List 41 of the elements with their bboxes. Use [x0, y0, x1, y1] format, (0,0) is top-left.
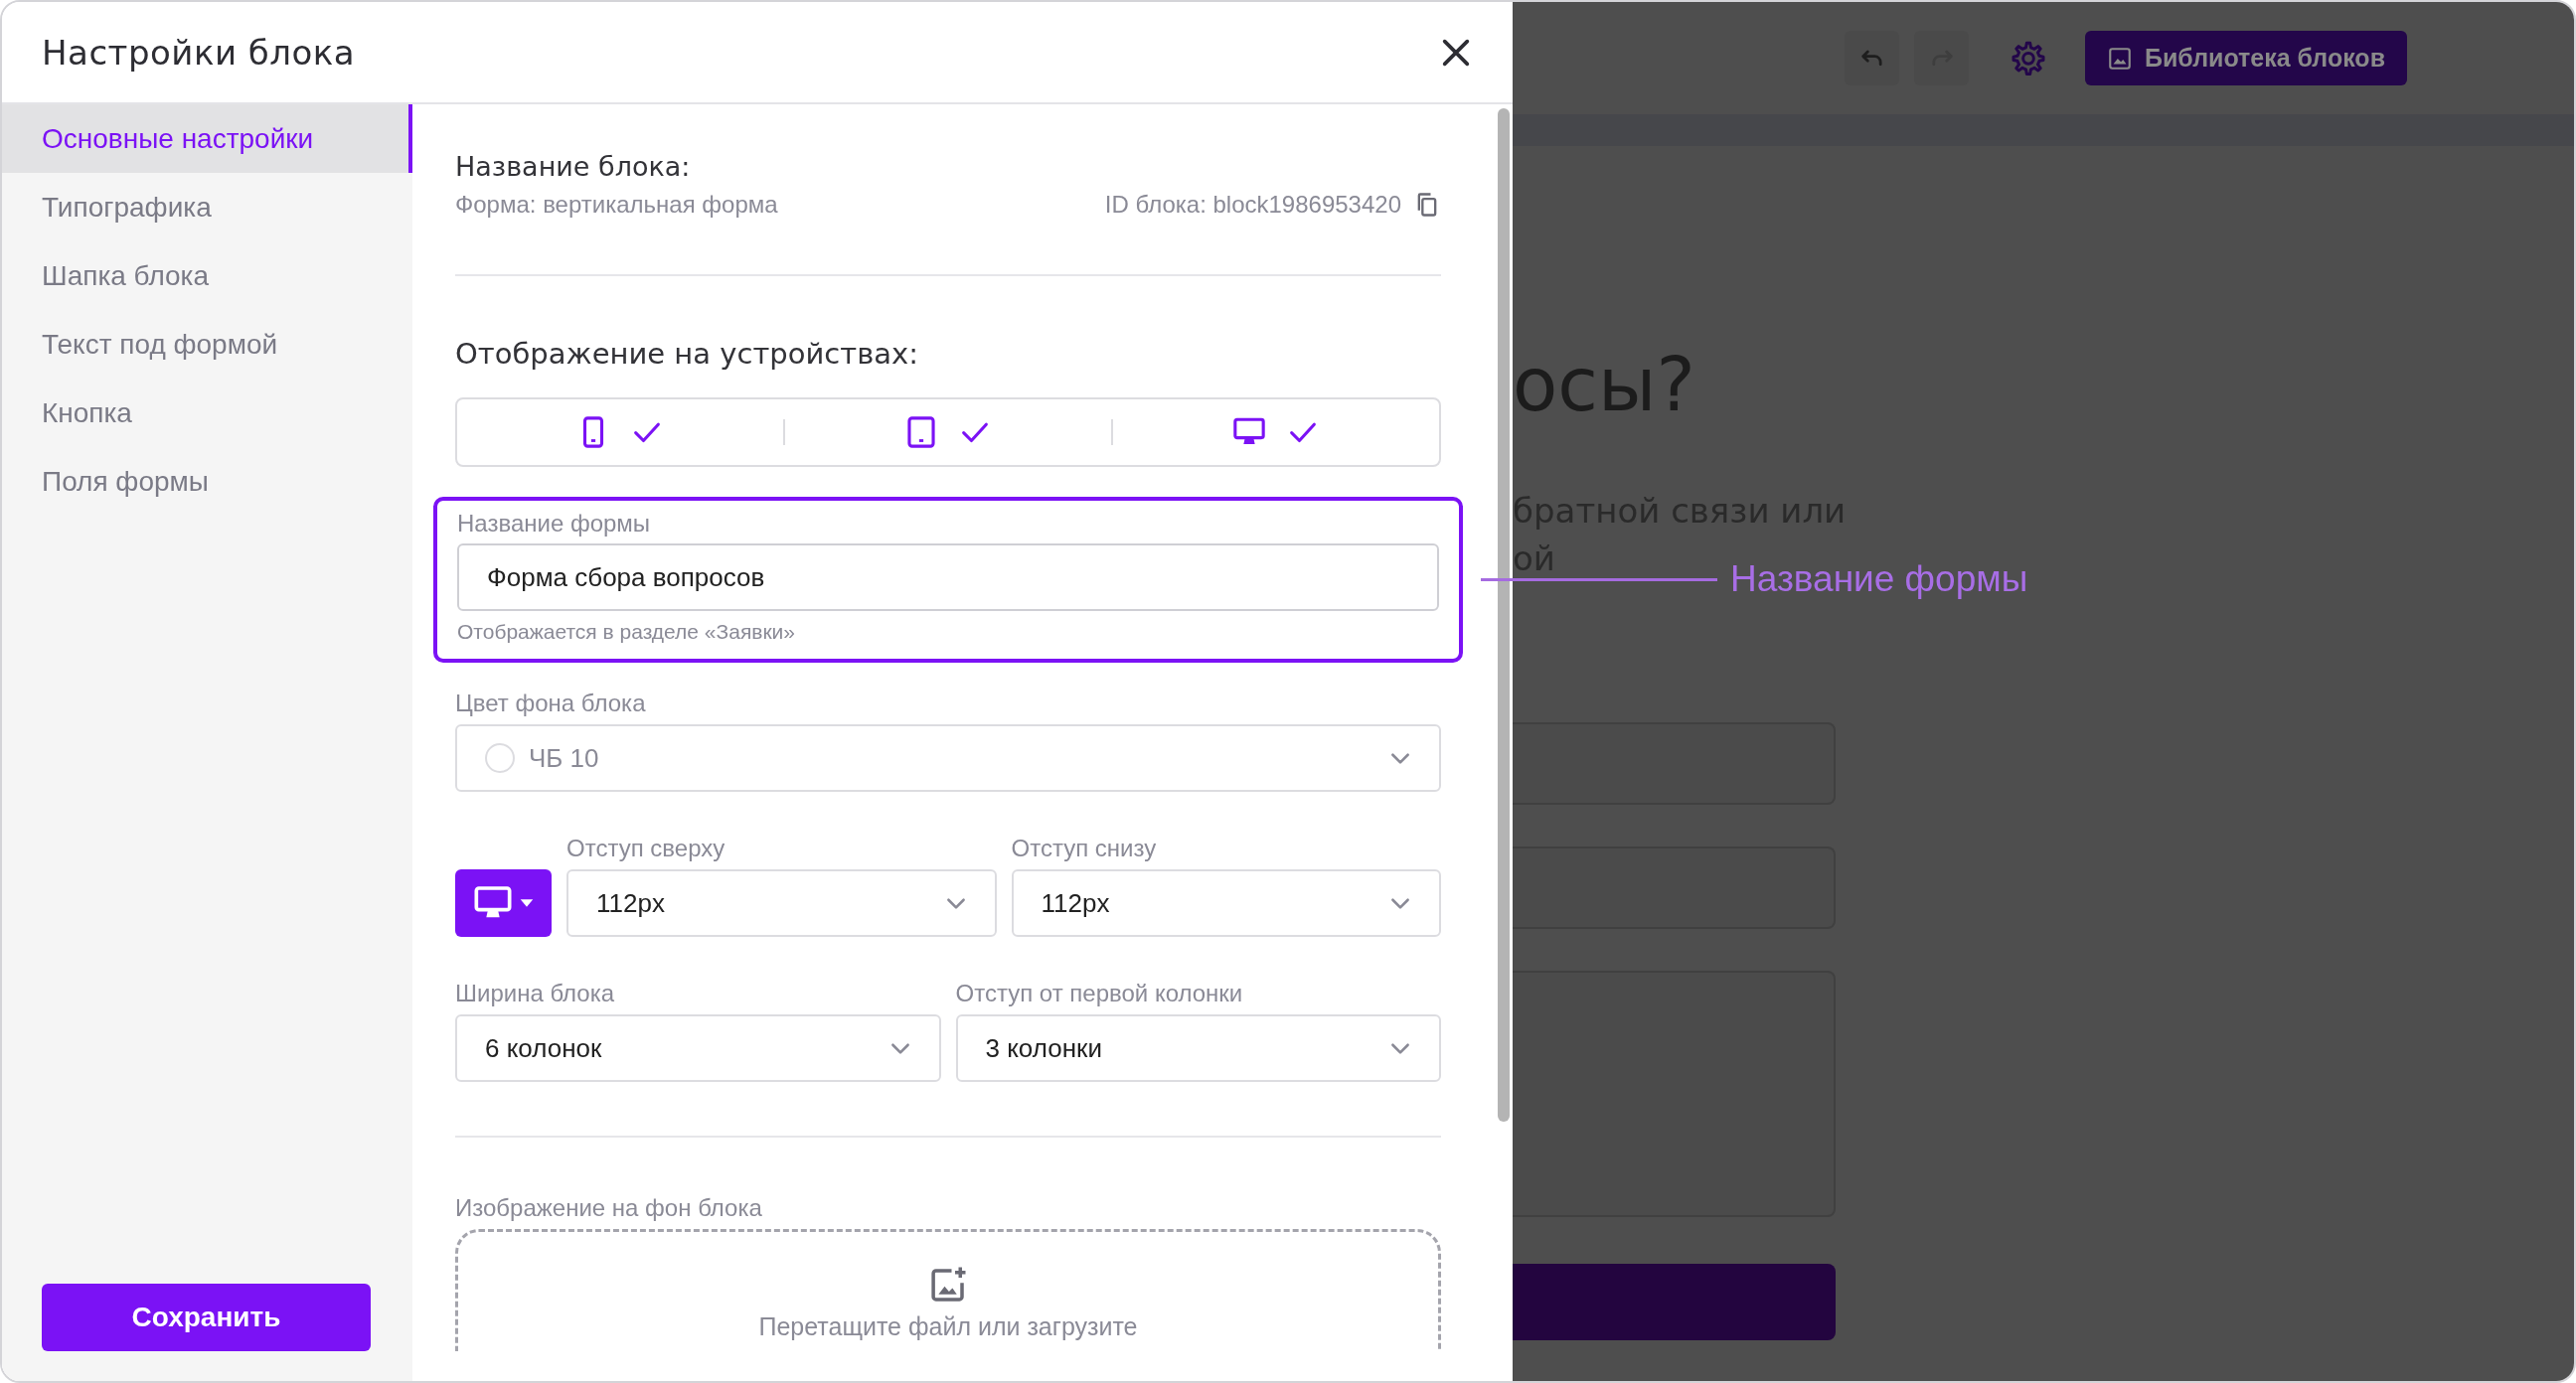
- tablet-icon: [904, 415, 938, 449]
- width-select[interactable]: 6 колонок: [455, 1014, 941, 1082]
- scrollbar-thumb[interactable]: [1498, 108, 1510, 1122]
- field-label: Цвет фона блока: [455, 689, 647, 718]
- field-label: Отступ от первой колонки: [955, 979, 1244, 1008]
- section-heading: Отображение на устройствах:: [455, 336, 919, 372]
- padding-bottom-select[interactable]: 112px: [1011, 869, 1441, 937]
- color-select[interactable]: ЧБ 10: [455, 724, 1441, 792]
- section-heading: Название блока:: [455, 150, 692, 184]
- sidebar-item[interactable]: Кнопка: [2, 379, 412, 447]
- sidebar-item[interactable]: Шапка блока: [2, 241, 412, 310]
- field-label: Название формы: [457, 509, 652, 538]
- block-id-text: ID блока: block1986953420: [1104, 190, 1401, 220]
- sidebar-item[interactable]: Основные настройки: [2, 104, 412, 173]
- color-swatch: [485, 743, 515, 773]
- image-icon: [2107, 45, 2133, 72]
- block-library-button[interactable]: Библиотека блоков: [2085, 31, 2407, 85]
- dialog-title: Настройки блока: [42, 32, 356, 73]
- field-label: Отступ снизу: [1011, 834, 1158, 863]
- select-value: 3 колонки: [985, 1032, 1102, 1064]
- field-hint: Отображается в разделе «Заявки»: [457, 619, 797, 645]
- select-value: 112px: [596, 887, 665, 919]
- upload-dropzone[interactable]: Перетащите файл или загрузите: [455, 1229, 1441, 1351]
- sidebar-item[interactable]: Типографика: [2, 173, 412, 241]
- select-value: 6 колонок: [485, 1032, 602, 1064]
- upload-hint: Перетащите файл или загрузите: [758, 1311, 1138, 1341]
- offset-select[interactable]: 3 колонки: [955, 1014, 1441, 1082]
- save-button[interactable]: Сохранить: [42, 1284, 371, 1351]
- select-value: 112px: [1041, 887, 1110, 919]
- device-dropdown-button[interactable]: [455, 869, 552, 937]
- field-label: Отступ сверху: [566, 834, 726, 863]
- callout-label: Название формы: [1730, 557, 2028, 601]
- sidebar-item[interactable]: Текст под формой: [2, 310, 412, 379]
- select-value: ЧБ 10: [529, 742, 599, 774]
- padding-top-select[interactable]: 112px: [566, 869, 997, 937]
- form-name-field[interactable]: Форма сбора вопросов: [457, 543, 1439, 611]
- field-label: Ширина блока: [455, 979, 616, 1008]
- sidebar-item[interactable]: Поля формы: [2, 447, 412, 516]
- field-label: Изображение на фон блока: [455, 1193, 763, 1223]
- block-type-text: Форма: вертикальная форма: [455, 190, 778, 220]
- caret-icon: [518, 898, 535, 908]
